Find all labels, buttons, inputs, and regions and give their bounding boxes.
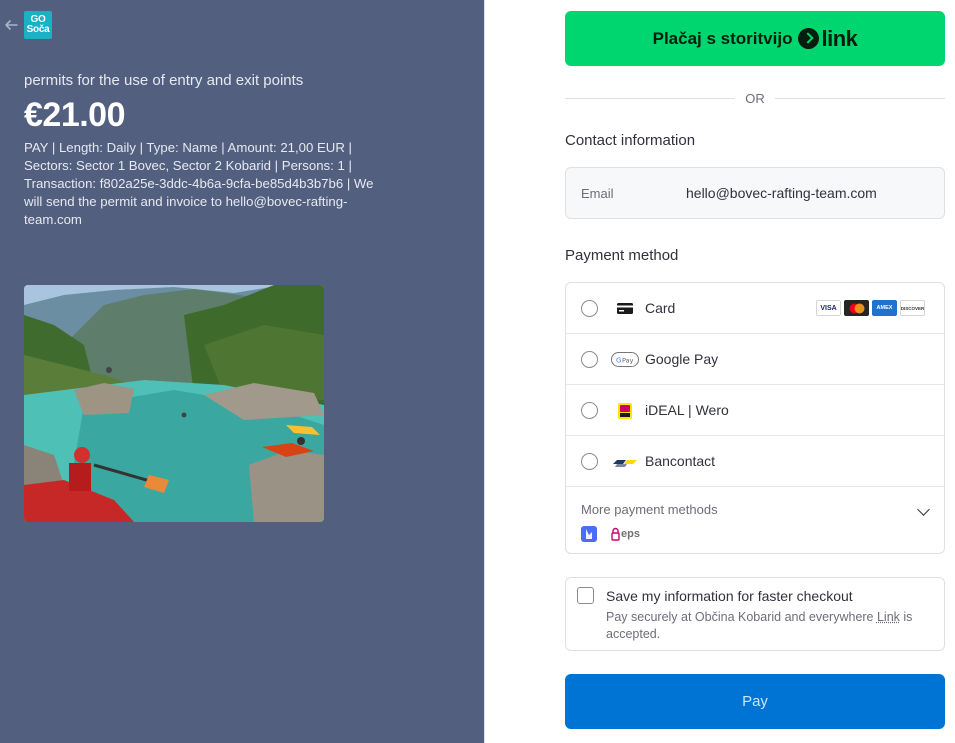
payment-methods-list: Card VISA AMEX DISCOVER GPay Google Pay bbox=[565, 282, 945, 554]
chevron-down-icon[interactable] bbox=[917, 503, 930, 516]
email-value[interactable]: hello@bovec-rafting-team.com bbox=[686, 185, 877, 201]
link-info-link[interactable]: Link bbox=[877, 610, 900, 624]
pay-button-label: Pay bbox=[742, 693, 768, 710]
visa-icon: VISA bbox=[816, 300, 841, 316]
method-label: Bancontact bbox=[645, 453, 716, 469]
method-label: Google Pay bbox=[645, 351, 719, 367]
payment-method-heading: Payment method bbox=[565, 247, 679, 264]
payment-option-ideal-wero[interactable]: iDEAL | Wero bbox=[566, 385, 944, 436]
save-info-title[interactable]: Save my information for faster checkout bbox=[606, 588, 853, 604]
blik-icon bbox=[581, 526, 597, 542]
ideal-wero-icon bbox=[611, 402, 639, 419]
mastercard-icon bbox=[844, 300, 869, 316]
total-price: €21.00 bbox=[24, 96, 126, 134]
radio-ideal-wero[interactable] bbox=[581, 402, 598, 419]
radio-google-pay[interactable] bbox=[581, 351, 598, 368]
order-summary-panel: GO Soča permits for the use of entry and… bbox=[0, 0, 484, 743]
merchant-logo[interactable]: GO Soča bbox=[24, 11, 52, 39]
discover-icon: DISCOVER bbox=[900, 300, 925, 316]
method-label: Card bbox=[645, 300, 676, 316]
save-info-checkbox[interactable] bbox=[577, 587, 594, 604]
pay-button[interactable]: Pay bbox=[565, 674, 945, 729]
method-label: iDEAL | Wero bbox=[645, 402, 729, 418]
radio-bancontact[interactable] bbox=[581, 453, 598, 470]
bancontact-icon bbox=[611, 453, 639, 470]
payment-option-card[interactable]: Card VISA AMEX DISCOVER bbox=[566, 283, 944, 334]
checkout-panel: Plačaj s storitvijo link OR Contact info… bbox=[484, 0, 955, 743]
product-description: PAY | Length: Daily | Type: Name | Amoun… bbox=[24, 140, 374, 227]
card-brand-icons: VISA AMEX DISCOVER bbox=[816, 300, 925, 316]
google-pay-icon: G Pay bbox=[611, 351, 639, 368]
radio-card[interactable] bbox=[581, 300, 598, 317]
back-arrow-icon[interactable] bbox=[3, 17, 19, 33]
product-image bbox=[24, 285, 324, 522]
pay-with-link-button[interactable]: Plačaj s storitvijo link bbox=[565, 11, 945, 66]
card-icon bbox=[611, 300, 639, 317]
link-arrow-icon bbox=[798, 28, 820, 49]
amex-icon: AMEX bbox=[872, 300, 897, 316]
more-payment-methods[interactable]: More payment methods bbox=[581, 502, 718, 517]
svg-text:Pay: Pay bbox=[622, 357, 634, 365]
eps-icon: eps bbox=[611, 527, 640, 541]
email-field[interactable]: Email hello@bovec-rafting-team.com bbox=[565, 167, 945, 219]
contact-heading: Contact information bbox=[565, 132, 696, 149]
payment-option-bancontact[interactable]: Bancontact bbox=[566, 436, 944, 487]
svg-text:G: G bbox=[616, 357, 621, 365]
or-text: OR bbox=[745, 90, 765, 106]
email-label: Email bbox=[581, 186, 614, 201]
save-info-box: Save my information for faster checkout … bbox=[565, 577, 945, 651]
link-logo: link bbox=[798, 26, 858, 52]
save-info-subtitle: Pay securely at Občina Kobarid and every… bbox=[606, 610, 913, 641]
link-button-label: Plačaj s storitvijo bbox=[652, 28, 793, 48]
or-divider: OR bbox=[565, 89, 945, 107]
payment-option-google-pay[interactable]: G Pay Google Pay bbox=[566, 334, 944, 385]
more-methods-icons: eps bbox=[581, 526, 640, 542]
product-name: permits for the use of entry and exit po… bbox=[24, 72, 304, 89]
